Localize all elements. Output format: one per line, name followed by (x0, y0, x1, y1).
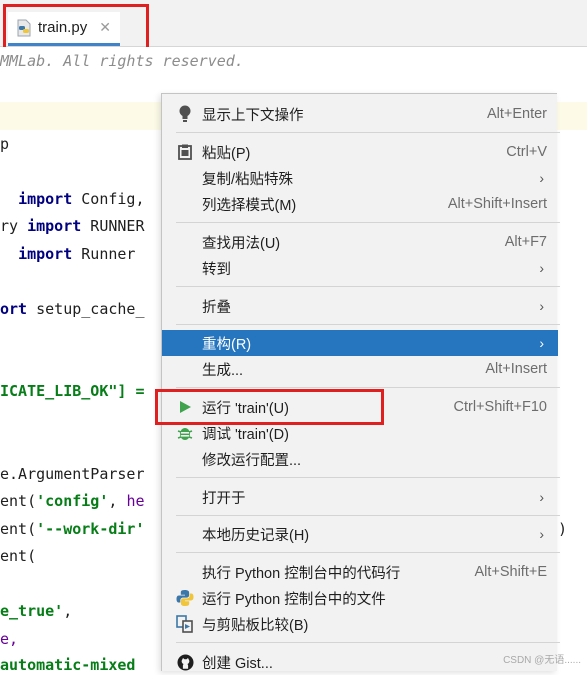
code-line-9: ICATE_LIB_OK"] = (0, 382, 145, 400)
chevron-right-icon: › (539, 526, 544, 542)
debug-icon (176, 424, 194, 442)
python-file-icon (17, 19, 31, 36)
chevron-right-icon: › (539, 170, 544, 186)
run-icon (176, 398, 194, 416)
code-line-11: e.ArgumentParser (0, 465, 145, 483)
code-line-7: ort setup_cache_ (0, 300, 145, 318)
menu-separator (176, 515, 560, 516)
menu-separator (176, 477, 560, 478)
watermark: CSDN @无语...... (503, 655, 581, 666)
code-line-13: ent('--work-dir' (0, 520, 145, 538)
code-line-4: import Config, (18, 190, 145, 208)
menu-item-run-train[interactable]: 运行 'train'(U) Ctrl+Shift+F10 (162, 394, 558, 420)
menu-item-column-selection-mode[interactable]: 列选择模式(M) Alt+Shift+Insert (162, 191, 558, 217)
compare-icon (176, 615, 194, 633)
chevron-right-icon: › (539, 335, 544, 351)
code-line-17: e, (0, 630, 19, 648)
menu-separator (176, 286, 560, 287)
python-console-icon (176, 589, 194, 607)
close-tab-icon[interactable]: ✕ (99, 19, 111, 36)
menu-item-debug-train[interactable]: 调试 'train'(D) (162, 420, 558, 446)
code-line-1: MMLab. All rights reserved. (0, 52, 244, 70)
menu-item-generate[interactable]: 生成... Alt+Insert (162, 356, 558, 382)
code-line-12: ent('config', he (0, 492, 145, 510)
menu-item-folding[interactable]: 折叠 › (162, 293, 558, 319)
menu-item-create-gist[interactable]: 创建 Gist... (162, 649, 558, 675)
code-line-16: e_true', (0, 602, 73, 620)
chevron-right-icon: › (539, 260, 544, 276)
menu-item-show-context-actions[interactable]: 显示上下文操作 Alt+Enter (162, 101, 558, 127)
code-line-3: p (0, 135, 10, 153)
chevron-right-icon: › (539, 298, 544, 314)
chevron-right-icon: › (539, 489, 544, 505)
menu-item-goto[interactable]: 转到 › (162, 255, 558, 281)
menu-separator (176, 552, 560, 553)
menu-separator (176, 387, 560, 388)
menu-item-copy-paste-special[interactable]: 复制/粘贴特殊 › (162, 165, 558, 191)
code-line-13-end: ) (558, 520, 568, 538)
bulb-icon (176, 105, 194, 123)
code-line-18: automatic-mixed (0, 656, 136, 671)
clipboard-icon (176, 143, 194, 161)
tab-train-py[interactable]: train.py ✕ (8, 12, 120, 46)
code-line-5: ry import RUNNER (0, 217, 145, 235)
code-line-6: import Runner (18, 245, 136, 263)
menu-item-run-file-in-console[interactable]: 运行 Python 控制台中的文件 (162, 585, 558, 611)
menu-item-open-in[interactable]: 打开于 › (162, 484, 558, 510)
menu-separator (176, 642, 560, 643)
menu-item-modify-run-config[interactable]: 修改运行配置... (162, 446, 558, 472)
menu-item-compare-with-clipboard[interactable]: 与剪贴板比较(B) (162, 611, 558, 637)
editor-tab-bar: train.py ✕ (0, 0, 587, 47)
menu-item-paste[interactable]: 粘贴(P) Ctrl+V (162, 139, 558, 165)
menu-item-execute-line-in-console[interactable]: 执行 Python 控制台中的代码行 Alt+Shift+E (162, 559, 558, 585)
menu-item-local-history[interactable]: 本地历史记录(H) › (162, 521, 558, 547)
github-icon (176, 653, 194, 671)
tab-label: train.py (38, 19, 88, 36)
menu-separator (176, 222, 560, 223)
menu-item-find-usages[interactable]: 查找用法(U) Alt+F7 (162, 229, 558, 255)
editor-context-menu: 显示上下文操作 Alt+Enter 粘贴(P) Ctrl+V 复制/粘贴特殊 ›… (161, 93, 560, 672)
menu-separator (176, 132, 560, 133)
code-line-14: ent( (0, 547, 37, 565)
menu-separator (176, 324, 560, 325)
menu-item-refactor[interactable]: 重构(R) › (162, 330, 558, 356)
